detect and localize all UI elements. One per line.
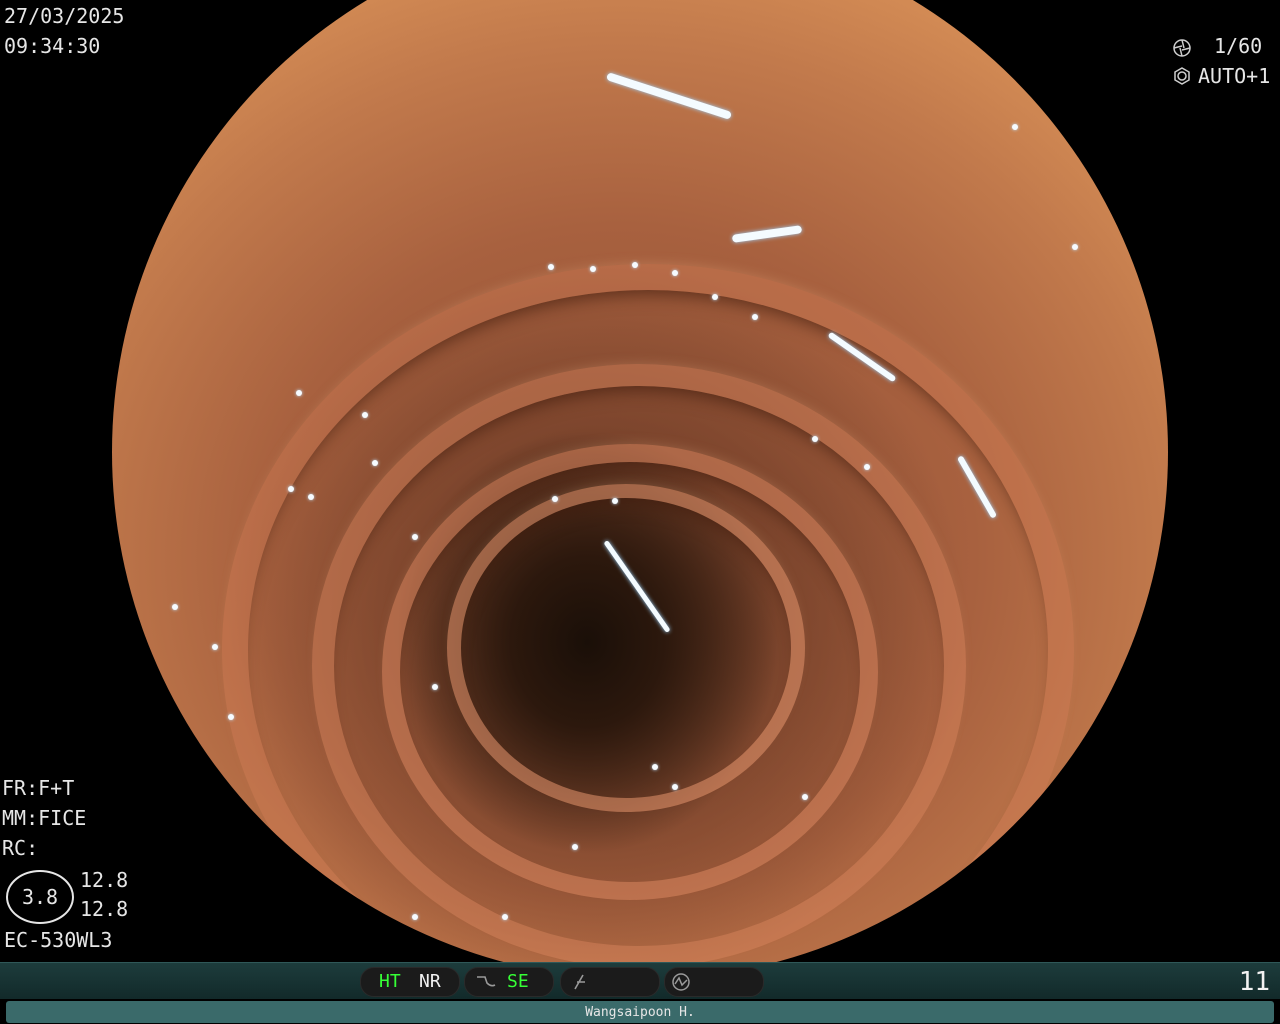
- nr-label: NR: [419, 971, 441, 992]
- mode-setting: MM:FICE: [2, 806, 87, 830]
- ratio-badge: 3.8: [6, 870, 74, 924]
- light-speck: [590, 266, 596, 272]
- ht-nr-indicator: HT NR: [360, 967, 460, 997]
- light-speck: [552, 496, 558, 502]
- light-speck: [502, 914, 508, 920]
- se-indicator: SE: [464, 967, 554, 997]
- light-speck: [1072, 244, 1078, 250]
- light-speck: [228, 714, 234, 720]
- shutter-speed: 1/60: [1214, 34, 1263, 58]
- frame-count: 11: [1238, 967, 1270, 997]
- light-speck: [172, 604, 178, 610]
- se-label: SE: [507, 971, 529, 992]
- ht-label: HT: [379, 971, 401, 992]
- light-speck: [432, 684, 438, 690]
- waveform-circle-icon: [672, 973, 690, 991]
- light-speck: [412, 534, 418, 540]
- status-bar: HT NR SE 11: [0, 962, 1280, 999]
- value-top: 12.8: [80, 868, 129, 892]
- light-speck: [612, 498, 618, 504]
- light-reflection: [731, 225, 803, 243]
- aperture-icon: [1173, 39, 1191, 57]
- light-reflection: [605, 72, 733, 120]
- exposure-mode: AUTO+1: [1198, 64, 1271, 88]
- light-speck: [372, 460, 378, 466]
- light-speck: [864, 464, 870, 470]
- light-speck: [412, 914, 418, 920]
- light-speck: [1012, 124, 1018, 130]
- endoscopic-image: [112, 0, 1168, 980]
- light-speck: [548, 264, 554, 270]
- mucosal-fold: [447, 484, 805, 812]
- light-speck: [288, 486, 294, 492]
- function-indicator: [560, 967, 660, 997]
- light-speck: [632, 262, 638, 268]
- light-speck: [362, 412, 368, 418]
- slash-f-icon: [574, 974, 585, 990]
- light-speck: [672, 270, 678, 276]
- light-speck: [308, 494, 314, 500]
- light-speck: [212, 644, 218, 650]
- scope-model: EC-530WL3: [4, 928, 113, 952]
- light-speck: [652, 764, 658, 770]
- light-speck: [802, 794, 808, 800]
- light-speck: [712, 294, 718, 300]
- light-speck: [296, 390, 302, 396]
- light-speck: [672, 784, 678, 790]
- frame-rate-setting: FR:F+T: [2, 776, 75, 800]
- iris-icon: [1174, 67, 1190, 85]
- value-bottom: 12.8: [80, 897, 129, 921]
- operator-name: Wangsaipoon H.: [6, 1001, 1274, 1023]
- time-label: 09:34:30: [4, 34, 101, 58]
- wave-icon: [477, 976, 496, 987]
- rc-setting: RC:: [2, 836, 39, 860]
- light-speck: [812, 436, 818, 442]
- light-speck: [572, 844, 578, 850]
- mode-indicator: [664, 967, 764, 997]
- date-label: 27/03/2025: [4, 4, 125, 28]
- light-speck: [752, 314, 758, 320]
- endoscopy-screen: 27/03/2025 09:34:30 1/60 AUTO+1 FR:F+T M…: [0, 0, 1280, 1024]
